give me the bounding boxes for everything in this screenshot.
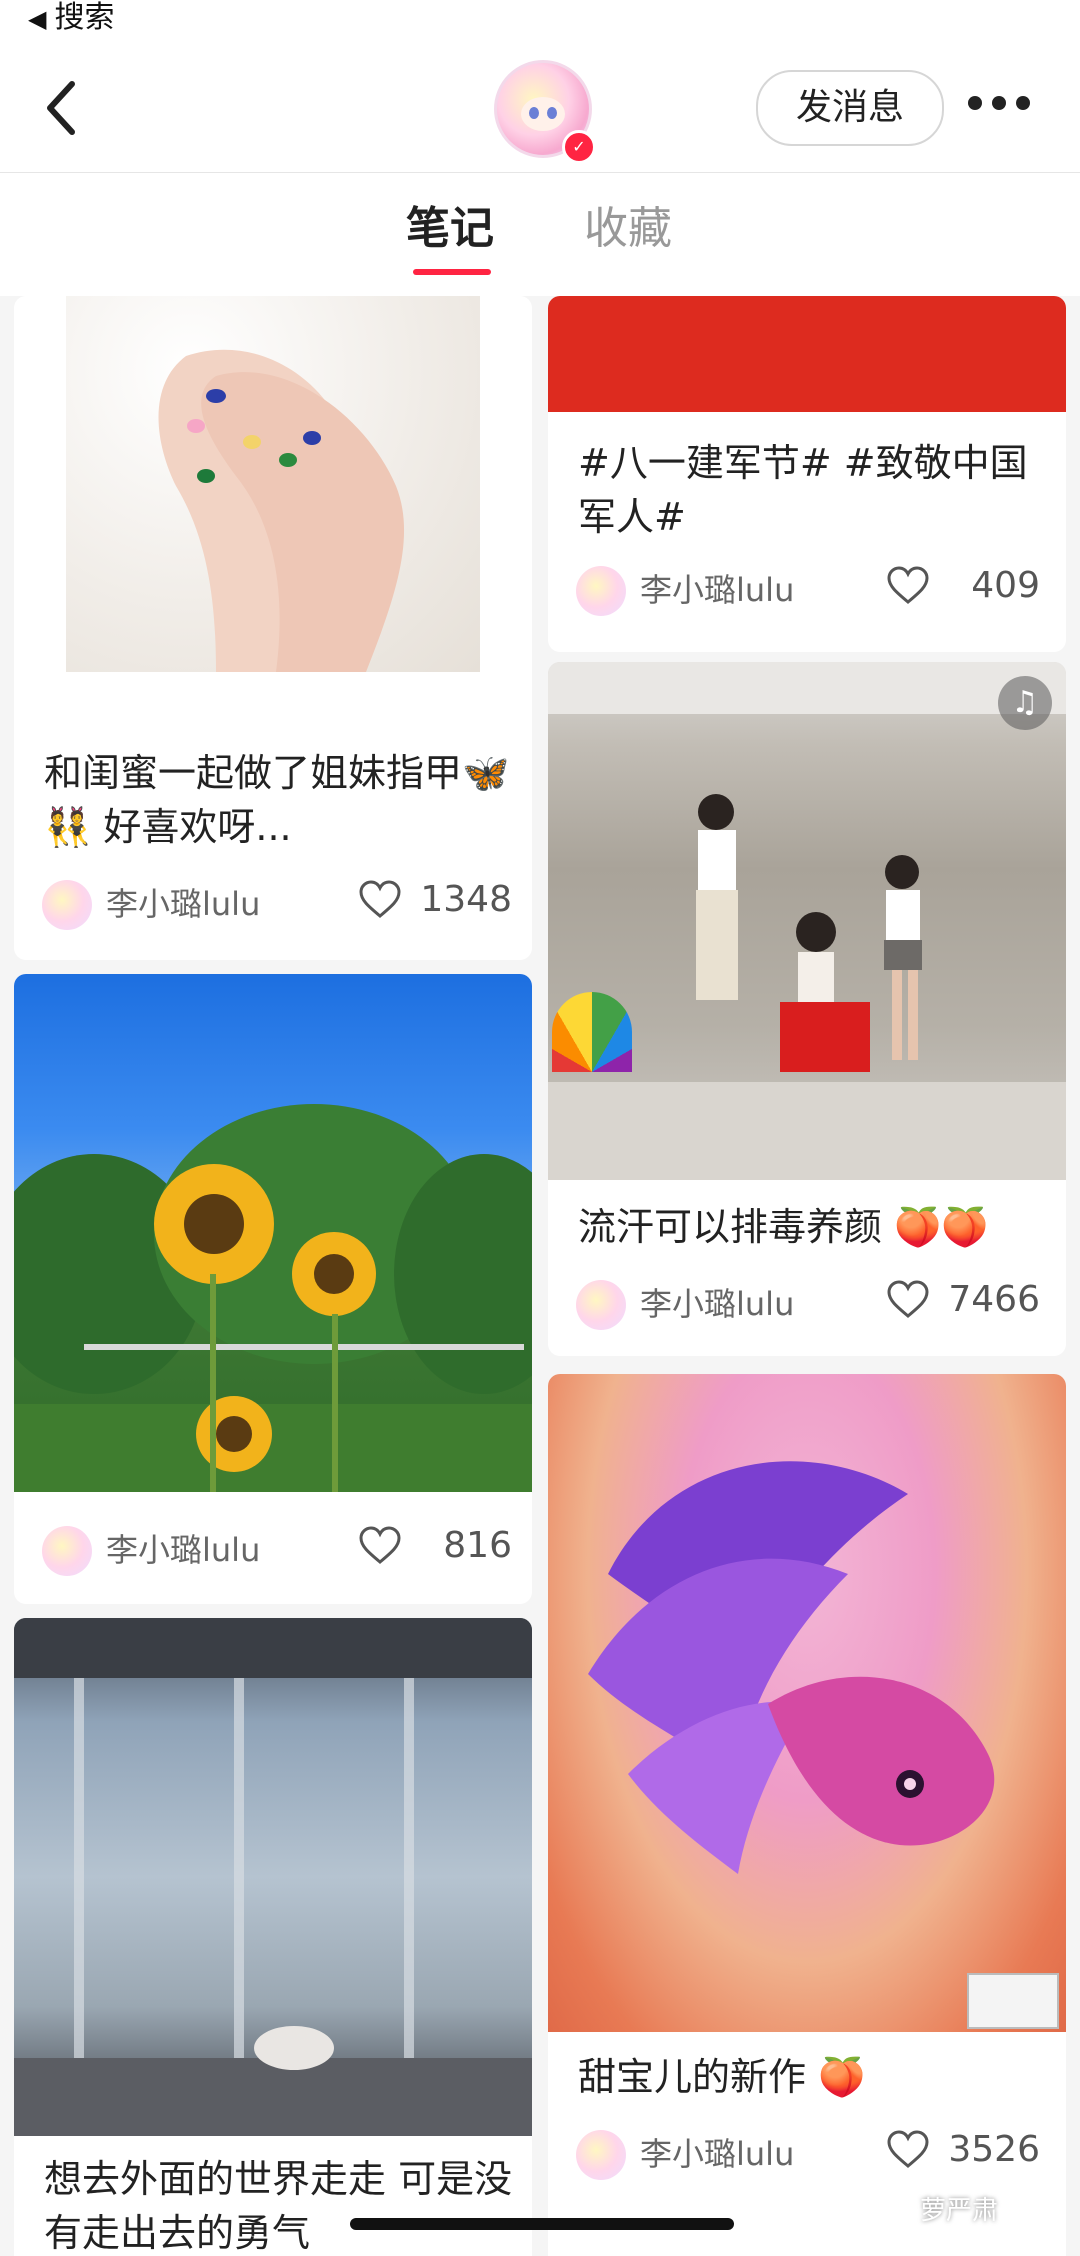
note-image-dance-studio: ♫ bbox=[548, 662, 1066, 1180]
note-title: 甜宝儿的新作 🍑 bbox=[578, 2055, 866, 2099]
author-name[interactable]: 李小璐lulu bbox=[640, 2134, 794, 2174]
note-card[interactable]: 甜宝儿的新作 🍑 李小璐lulu 3526 bbox=[548, 1374, 1066, 2256]
note-author-row: 李小璐lulu 1348 bbox=[42, 876, 512, 932]
tab-notes[interactable]: 笔记 bbox=[406, 201, 494, 257]
status-back-label: 搜索 bbox=[54, 0, 115, 35]
like-count: 816 bbox=[443, 1525, 512, 1566]
author-avatar[interactable] bbox=[576, 2130, 626, 2180]
profile-tabs: 笔记 收藏 bbox=[0, 173, 1080, 296]
author-avatar[interactable] bbox=[576, 1280, 626, 1330]
send-message-button[interactable]: 发消息 bbox=[756, 70, 944, 146]
avatar-eye bbox=[529, 107, 539, 119]
heart-icon[interactable] bbox=[886, 1280, 930, 1320]
status-back-to-search[interactable]: ◀ 搜索 bbox=[0, 0, 1080, 40]
heart-icon[interactable] bbox=[358, 880, 402, 920]
avatar-eye bbox=[547, 107, 557, 119]
music-note-icon[interactable]: ♫ bbox=[998, 676, 1052, 730]
dancers-illustration bbox=[548, 662, 1066, 1180]
avatar-face bbox=[521, 97, 565, 131]
note-image-red-banner bbox=[548, 296, 1066, 412]
author-avatar[interactable] bbox=[576, 566, 626, 616]
note-card[interactable]: 李小璐lulu 816 bbox=[14, 974, 532, 1604]
hands-illustration bbox=[158, 349, 405, 672]
note-image-fish-painting bbox=[548, 1374, 1066, 2032]
fish-painting-illustration bbox=[588, 1461, 1059, 2029]
heart-icon[interactable] bbox=[358, 1526, 402, 1566]
author-name[interactable]: 李小璐lulu bbox=[640, 570, 794, 610]
like-count: 3526 bbox=[948, 2129, 1040, 2170]
note-card[interactable]: 和闺蜜一起做了姐妹指甲🦋👯 好喜欢呀... 李小璐lulu 1348 bbox=[14, 296, 532, 960]
heart-icon[interactable] bbox=[886, 2130, 930, 2170]
back-triangle-icon: ◀ bbox=[28, 5, 47, 33]
note-author-row: 李小璐lulu 7466 bbox=[576, 1276, 1040, 1332]
note-author-row: 李小璐lulu 409 bbox=[576, 562, 1040, 618]
note-title: 和闺蜜一起做了姐妹指甲🦋👯 好喜欢呀... bbox=[44, 751, 510, 849]
note-card[interactable]: ♫ 流汗可以排毒养颜 🍑🍑 李小璐lulu 7466 bbox=[548, 662, 1066, 1356]
note-title: 想去外面的世界走走 可是没有走出去的勇气 bbox=[44, 2157, 513, 2255]
chevron-left-icon[interactable] bbox=[40, 76, 84, 140]
author-name[interactable]: 李小璐lulu bbox=[106, 884, 260, 924]
sunflowers-illustration bbox=[14, 1104, 532, 1492]
note-image-window-curtain bbox=[14, 1618, 532, 2136]
window-illustration bbox=[14, 1618, 532, 2136]
more-dots-icon[interactable] bbox=[968, 96, 1032, 116]
active-tab-indicator bbox=[413, 269, 491, 275]
note-title: #八一建军节# #致敬中国军人# bbox=[578, 441, 1028, 539]
home-indicator[interactable] bbox=[350, 2218, 734, 2230]
notes-feed[interactable]: 和闺蜜一起做了姐妹指甲🦋👯 好喜欢呀... 李小璐lulu 1348 #八一建军… bbox=[0, 296, 1080, 2256]
watermark-text: 萝严肃 bbox=[920, 2196, 999, 2226]
verified-badge-icon: ✓ bbox=[562, 130, 596, 164]
profile-header: ✓ 发消息 bbox=[0, 40, 1080, 173]
note-title: 流汗可以排毒养颜 🍑🍑 bbox=[578, 1205, 989, 1249]
note-image-nails bbox=[66, 296, 480, 672]
like-count: 409 bbox=[971, 565, 1040, 606]
author-avatar[interactable] bbox=[42, 1526, 92, 1576]
note-image-sunflowers bbox=[14, 974, 532, 1492]
heart-icon[interactable] bbox=[886, 566, 930, 606]
like-count: 1348 bbox=[420, 879, 512, 920]
like-count: 7466 bbox=[948, 1279, 1040, 1320]
note-author-row: 李小璐lulu 3526 bbox=[576, 2126, 1040, 2182]
note-card[interactable]: #八一建军节# #致敬中国军人# 李小璐lulu 409 bbox=[548, 296, 1066, 652]
author-avatar[interactable] bbox=[42, 880, 92, 930]
note-author-row: 李小璐lulu 816 bbox=[42, 1522, 512, 1578]
author-name[interactable]: 李小璐lulu bbox=[106, 1530, 260, 1570]
tab-collections[interactable]: 收藏 bbox=[584, 201, 672, 257]
rainbow-sticker bbox=[552, 992, 632, 1072]
note-card[interactable]: 想去外面的世界走走 可是没有走出去的勇气 bbox=[14, 1618, 532, 2256]
author-name[interactable]: 李小璐lulu bbox=[640, 1284, 794, 1324]
